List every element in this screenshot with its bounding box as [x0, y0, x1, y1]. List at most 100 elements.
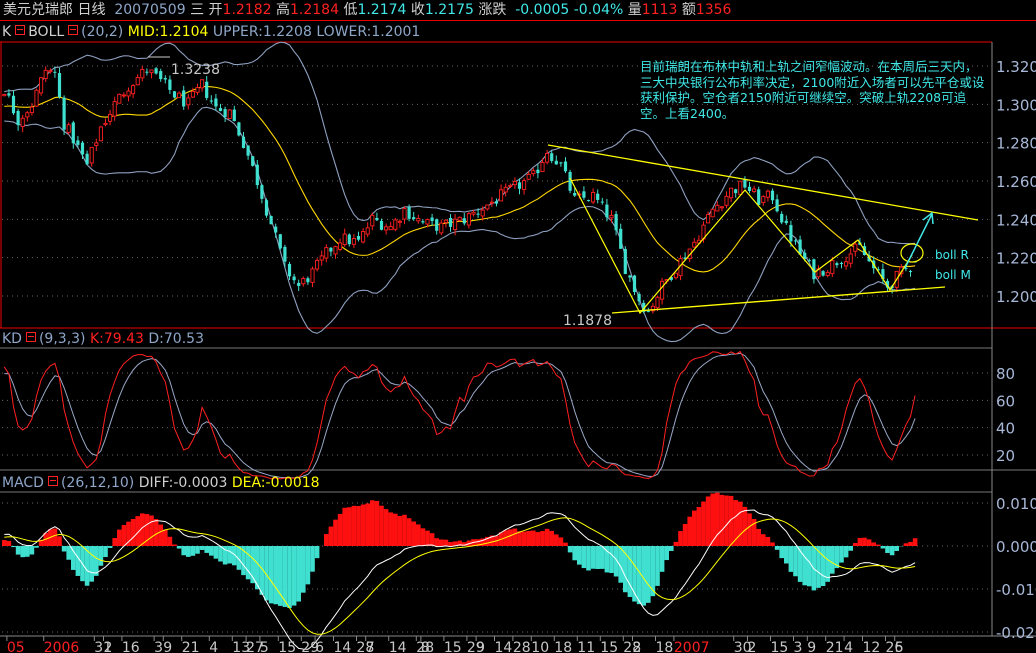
candle-body — [126, 90, 131, 97]
macd-histogram-bar — [107, 546, 113, 548]
candle-body — [11, 95, 16, 114]
candle-body — [789, 225, 793, 242]
time-tick-label: 14 — [495, 640, 513, 653]
candle-body — [338, 242, 343, 250]
candle-body — [223, 109, 227, 118]
macd-histogram-bar — [11, 546, 16, 548]
kd-k-value: K:79.43 — [89, 331, 144, 347]
candle-body — [71, 122, 75, 144]
macd-histogram-bar — [296, 546, 301, 602]
candle-body — [89, 146, 94, 164]
macd-histogram-bar — [903, 543, 909, 546]
time-tick-label: 3 — [794, 640, 803, 653]
time-tick-label: 2007 — [674, 640, 710, 653]
macd-histogram-bar — [563, 542, 568, 546]
candle-body — [154, 68, 158, 74]
time-tick-label: 18 — [554, 640, 572, 653]
macd-histogram-bar — [356, 505, 361, 546]
candle-body — [361, 230, 366, 243]
macd-histogram-bar — [71, 546, 76, 570]
candle-body — [494, 201, 499, 204]
axis-labels: 1.200 1.220 1.240 1.260 1.280 1.300 1.320 20 40 6… — [996, 58, 1036, 642]
macd-histogram-bar — [825, 546, 830, 582]
collapse-icon[interactable] — [68, 25, 79, 35]
macd-histogram-bar — [291, 546, 297, 606]
macd-histogram-bar — [199, 546, 205, 550]
time-tick-label: 4 — [209, 640, 218, 653]
candle-body — [200, 79, 205, 89]
macd-histogram-bar — [701, 501, 706, 546]
time-tick-label: 9 — [163, 640, 172, 653]
time-tick-label: 5 — [260, 640, 269, 653]
macd-histogram-bar — [692, 510, 697, 546]
macd-histogram-bar — [94, 546, 99, 576]
macd-histogram-bar — [218, 546, 223, 562]
candle-body — [319, 255, 324, 261]
macd-dea-value: DEA:-0.0018 — [231, 475, 320, 491]
kd-name[interactable]: KD — [2, 331, 22, 347]
macd-histogram-bar — [853, 542, 858, 546]
kd-params: (9,3,3) — [38, 331, 86, 347]
macd-histogram-bar — [581, 546, 587, 569]
analysis-annotation: 目前瑞朗在布林中轨和上轨之间窄幅波动。在本周后三天内，三大中央银行公布利率决定，… — [640, 59, 985, 121]
time-tick-label: 15 — [771, 640, 789, 653]
candle-body — [830, 260, 835, 275]
low-mark-label: 1.1878 — [563, 313, 612, 329]
candle-body — [2, 93, 7, 97]
collapse-icon[interactable] — [47, 476, 58, 486]
macd-histogram-bar — [866, 539, 872, 546]
macd-histogram-bar — [370, 500, 375, 546]
macd-histogram-bar — [227, 546, 232, 564]
candle-body — [655, 296, 660, 309]
candle-body — [287, 263, 292, 277]
candle-body — [609, 214, 614, 219]
candle-body — [412, 217, 416, 220]
macd-histogram-bar — [434, 538, 439, 546]
macd-plot — [2, 492, 918, 650]
macd-histogram-bar — [862, 537, 867, 546]
candle-body — [719, 206, 724, 209]
candle-body — [163, 78, 167, 80]
macd-histogram-bar — [163, 529, 168, 546]
macd-name[interactable]: MACD — [2, 475, 44, 491]
boll-name[interactable]: BOLL — [28, 24, 64, 40]
candle-body — [140, 69, 145, 79]
time-tick-label: 05 — [7, 640, 25, 653]
candle-body — [39, 77, 44, 94]
candle-body — [734, 189, 738, 194]
candle-body — [508, 184, 513, 187]
time-tick-label: 12 — [863, 640, 881, 653]
macd-histogram-bar — [577, 546, 582, 565]
macd-tick-label: -0.010 — [996, 581, 1036, 599]
macd-histogram-bar — [117, 529, 122, 546]
candle-body — [485, 204, 490, 210]
candle-body — [743, 178, 747, 188]
candle-body — [205, 81, 209, 98]
candle-body — [821, 271, 825, 276]
candle-body — [379, 220, 384, 230]
candle-body — [747, 186, 752, 191]
candle-body — [190, 91, 195, 98]
macd-histogram-bar — [425, 530, 430, 546]
macd-histogram-bar — [209, 546, 214, 556]
collapse-icon[interactable] — [25, 332, 36, 342]
macd-histogram-bar — [554, 534, 559, 546]
macd-histogram-bar — [843, 546, 849, 558]
time-tick-label: 2 — [748, 640, 757, 653]
candle-body — [775, 199, 779, 212]
macd-histogram-bar — [15, 546, 21, 555]
macd-histogram-bar — [34, 546, 39, 548]
macd-histogram-bar — [880, 546, 886, 549]
macd-histogram-bar — [664, 546, 669, 561]
macd-histogram-bar — [57, 536, 62, 546]
collapse-icon[interactable] — [15, 25, 26, 35]
time-tick-label: 7 — [366, 640, 375, 653]
candle-body — [274, 226, 278, 233]
macd-histogram-bar — [402, 514, 407, 546]
candle-body — [94, 142, 99, 146]
candle-body — [251, 156, 255, 166]
macd-histogram-bar — [342, 507, 347, 546]
candle-body — [356, 235, 361, 240]
candle-body — [269, 216, 273, 225]
time-tick-label: 9 — [476, 640, 485, 653]
